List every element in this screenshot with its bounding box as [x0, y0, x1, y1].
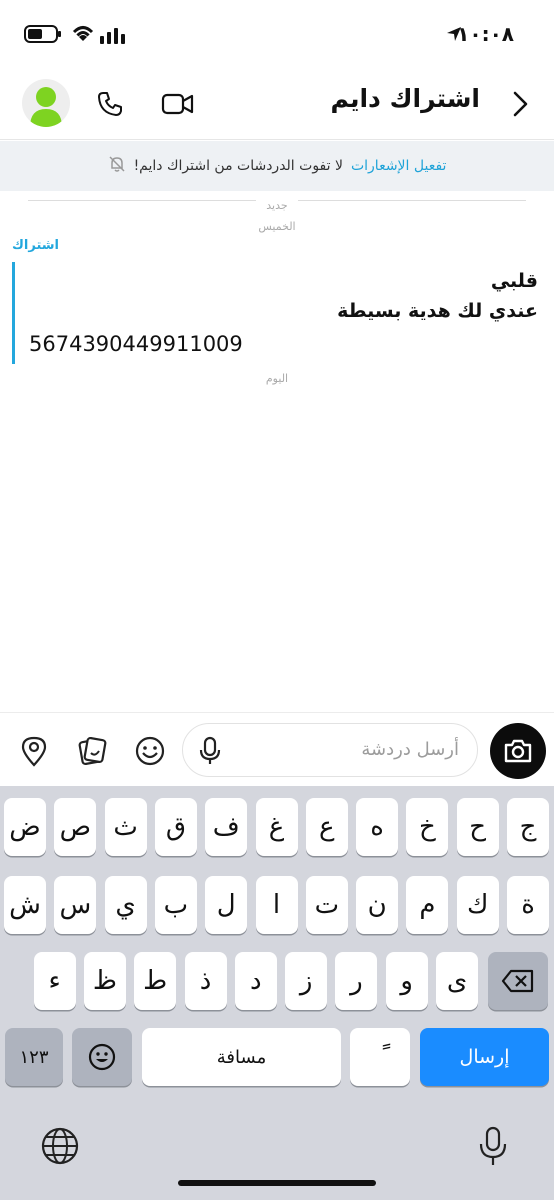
home-indicator: [178, 1180, 376, 1186]
mic-icon[interactable]: [197, 736, 223, 770]
chevron-right-icon: [513, 91, 528, 117]
key-row1-1[interactable]: ح: [456, 798, 499, 856]
emoji-key[interactable]: [72, 1028, 132, 1086]
wifi-icon: [70, 24, 96, 48]
camera-icon: [504, 739, 532, 763]
key-row2-10[interactable]: ش: [4, 876, 46, 934]
bell-off-icon: [108, 155, 126, 177]
key-row1-8[interactable]: ث: [104, 798, 147, 856]
message-bubble[interactable]: قلبي عندي لك هدية بسيطة 5674390449911009: [12, 262, 542, 364]
key-row1-4[interactable]: ع: [305, 798, 348, 856]
new-label-wrap: جديد: [0, 194, 554, 213]
sticker-icon[interactable]: [74, 733, 110, 769]
enable-notifications-link[interactable]: تفعيل الإشعارات: [351, 158, 446, 174]
back-button[interactable]: [500, 84, 540, 124]
day-label-today: اليوم: [265, 372, 289, 385]
chat-input[interactable]: أرسل دردشة: [182, 723, 478, 777]
call-button[interactable]: [90, 84, 130, 124]
key-row3-0[interactable]: ى: [436, 952, 478, 1010]
status-bar: ١٠:٠٨: [0, 0, 554, 70]
key-row2-4[interactable]: ت: [305, 876, 348, 934]
key-row1-7[interactable]: ق: [154, 798, 197, 856]
notification-banner[interactable]: تفعيل الإشعارات لا تفوت الدردشات من اشتر…: [0, 141, 554, 191]
key-row3-4[interactable]: د: [234, 952, 277, 1010]
key-row2-6[interactable]: ل: [205, 876, 248, 934]
signal-icon: [100, 26, 126, 48]
chat-title[interactable]: اشتراك دايم: [331, 84, 481, 113]
key-row3-1[interactable]: و: [385, 952, 428, 1010]
composer-bar: أرسل دردشة: [0, 712, 554, 786]
key-row1-9[interactable]: ص: [54, 798, 97, 856]
status-time: ١٠:٠٨: [457, 22, 514, 46]
day-label-thursday: الخميس: [258, 220, 296, 233]
send-key[interactable]: إرسال: [420, 1028, 549, 1086]
key-row3-5[interactable]: ذ: [184, 952, 227, 1010]
message-text: قلبي عندي لك هدية بسيطة: [337, 266, 538, 326]
key-row1-5[interactable]: غ: [255, 798, 298, 856]
banner-text: لا تفوت الدردشات من اشتراك دايم!: [133, 158, 343, 174]
key-row1-2[interactable]: خ: [406, 798, 449, 856]
key-row3-8[interactable]: ء: [33, 952, 76, 1010]
message-line: عندي لك هدية بسيطة: [337, 300, 538, 322]
emoji-icon: [88, 1043, 116, 1071]
key-row2-9[interactable]: س: [54, 876, 97, 934]
video-call-button[interactable]: [158, 84, 198, 124]
key-row2-7[interactable]: ب: [154, 876, 197, 934]
key-row1-3[interactable]: ه: [356, 798, 399, 856]
key-row1-6[interactable]: ف: [205, 798, 248, 856]
key-row2-5[interactable]: ا: [255, 876, 298, 934]
chat-header: اشتراك دايم: [0, 70, 554, 140]
key-row1-10[interactable]: ض: [4, 798, 46, 856]
key-row1-0[interactable]: ج: [507, 798, 549, 856]
camera-button[interactable]: [490, 723, 546, 779]
globe-icon[interactable]: [40, 1126, 80, 1170]
key-row3-7[interactable]: ظ: [83, 952, 126, 1010]
chat-input-placeholder: أرسل دردشة: [361, 739, 459, 760]
battery-icon: [24, 24, 62, 48]
key-row3-3[interactable]: ز: [285, 952, 328, 1010]
new-label: جديد: [256, 199, 298, 212]
phone-icon: [98, 92, 122, 116]
key-row2-3[interactable]: ن: [356, 876, 399, 934]
avatar[interactable]: [22, 79, 70, 127]
numbers-key[interactable]: ١٢٣: [5, 1028, 63, 1086]
emoji-icon[interactable]: [132, 733, 168, 769]
space-key[interactable]: مسافة: [142, 1028, 341, 1086]
diacritic-key[interactable]: ً: [350, 1028, 410, 1086]
delete-icon: [501, 969, 534, 993]
backspace-key[interactable]: [488, 952, 548, 1010]
key-row3-2[interactable]: ر: [335, 952, 378, 1010]
sender-name: اشتراك: [12, 238, 60, 253]
key-row2-1[interactable]: ك: [456, 876, 499, 934]
key-row2-8[interactable]: ي: [104, 876, 147, 934]
key-row2-2[interactable]: م: [406, 876, 449, 934]
message-number: 5674390449911009: [29, 332, 243, 356]
location-pin-icon[interactable]: [16, 733, 52, 769]
keyboard: جحخهعغفقثصض ةكمنتالبيسش ىورزدذطظء ١٢٣ مس…: [0, 786, 554, 1200]
key-row3-6[interactable]: ط: [134, 952, 177, 1010]
key-row2-0[interactable]: ة: [507, 876, 549, 934]
dictation-mic-icon[interactable]: [476, 1126, 510, 1172]
video-camera-icon: [161, 93, 194, 115]
message-line: قلبي: [490, 270, 538, 292]
